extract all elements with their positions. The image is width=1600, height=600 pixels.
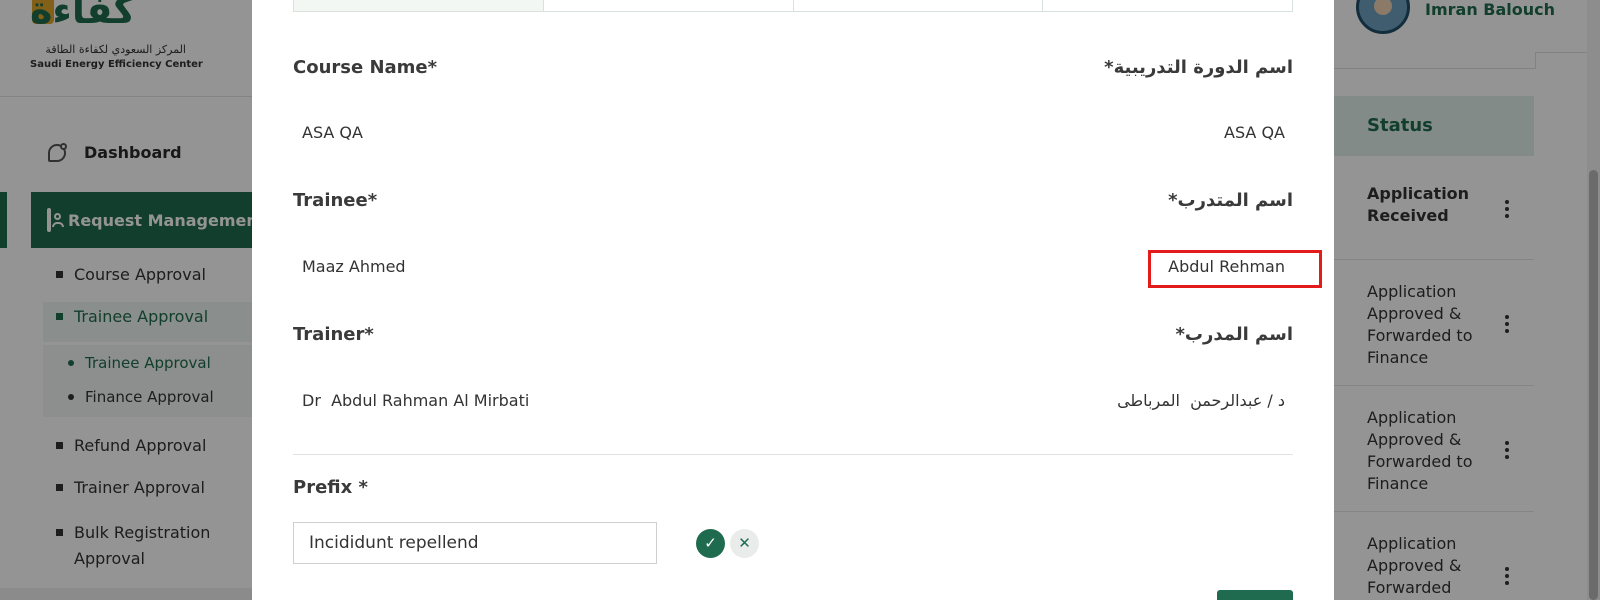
more-options-icon[interactable]	[1505, 200, 1509, 221]
trainer-label-en: Trainer*	[293, 324, 374, 345]
sidebar: كفاءة المركز السعودي لكفاءة الطاقة Saudi…	[0, 0, 265, 600]
sidebar-item-label: Bulk Registration Approval	[74, 523, 211, 568]
sidebar-item-label: Trainee Approval	[74, 307, 209, 326]
sidebar-subitem-trainee-approval[interactable]: Trainee Approval	[68, 354, 211, 372]
status-text: Application Approved & Forwarded	[1367, 534, 1462, 597]
bullet-icon	[56, 442, 63, 449]
sidebar-item-label: Course Approval	[74, 265, 206, 284]
bullet-icon	[56, 271, 63, 278]
header-divider	[0, 96, 252, 97]
bullet-icon	[56, 529, 63, 536]
active-indicator	[0, 192, 7, 248]
status-text: Application Approved & Forwarded to Fina…	[1367, 282, 1473, 367]
confirm-check-icon[interactable]: ✓	[696, 529, 725, 558]
sidebar-item-label: Trainer Approval	[74, 478, 205, 497]
page-scrollbar-thumb[interactable]	[1589, 170, 1598, 600]
trainer-label-ar: اسم المدرب*	[1175, 324, 1293, 345]
submit-button[interactable]	[1217, 590, 1293, 600]
sidebar-item-request-management[interactable]: Request Management	[31, 192, 265, 248]
table-row: Application Approved & Forwarded to Fina…	[1312, 260, 1534, 386]
sidebar-item-label: Dashboard	[84, 143, 182, 162]
section-divider	[293, 454, 1293, 455]
sidebar-item-label: Refund Approval	[74, 436, 207, 455]
trainee-value-en: Maaz Ahmed	[302, 257, 406, 276]
table-row: Application Received	[1312, 156, 1534, 260]
trainer-value-en: Dr Abdul Rahman Al Mirbati	[302, 391, 530, 410]
bullet-icon	[68, 360, 74, 366]
status-column-header: Status	[1312, 96, 1534, 156]
table-row: Application Approved & Forwarded to Fina…	[1312, 386, 1534, 512]
bullet-icon	[56, 313, 63, 320]
more-options-icon[interactable]	[1505, 567, 1509, 588]
card-edge	[1312, 52, 1536, 69]
sidebar-subitem-label: Finance Approval	[85, 388, 214, 406]
trainee-label-ar: اسم المتدرب*	[1168, 190, 1293, 211]
sidebar-item-bulk-registration-approval[interactable]: Bulk Registration Approval	[56, 520, 226, 572]
modal-table-edge	[293, 0, 1293, 12]
course-name-label-en: Course Name*	[293, 57, 438, 78]
status-text: Application Received	[1367, 184, 1470, 225]
user-badge-icon	[47, 208, 64, 232]
course-name-label-ar: اسم الدورة التدريبية*	[1104, 57, 1293, 78]
logo-name-en: Saudi Energy Efficiency Center	[30, 59, 203, 70]
logo-wordmark: كفاءة	[30, 0, 136, 32]
course-name-value-ar: ASA QA	[1224, 123, 1285, 142]
sidebar-item-refund-approval[interactable]: Refund Approval	[56, 436, 206, 455]
sidebar-item-label: Request Management	[68, 210, 266, 230]
trainer-value-ar: د / عبدالرحمن المرباطى	[1117, 391, 1285, 410]
course-name-value-en: ASA QA	[302, 123, 363, 142]
sidebar-item-dashboard[interactable]: Dashboard	[48, 142, 182, 162]
bullet-icon	[56, 484, 63, 491]
status-text: Application Approved & Forwarded to Fina…	[1367, 408, 1473, 493]
sidebar-subitem-finance-approval[interactable]: Finance Approval	[68, 388, 214, 406]
highlight-box	[1148, 250, 1322, 288]
trainee-label-en: Trainee*	[293, 190, 378, 211]
bullet-icon	[68, 394, 74, 400]
sidebar-item-trainee-approval[interactable]: Trainee Approval	[56, 307, 208, 326]
sidebar-footer	[0, 588, 252, 600]
cancel-close-icon[interactable]: ✕	[730, 529, 759, 558]
more-options-icon[interactable]	[1505, 315, 1509, 336]
more-options-icon[interactable]	[1505, 441, 1509, 462]
prefix-label: Prefix *	[293, 477, 368, 498]
user-name[interactable]: Imran Balouch	[1425, 0, 1555, 19]
sidebar-subitem-label: Trainee Approval	[85, 354, 211, 372]
table-row: Application Approved & Forwarded	[1312, 512, 1534, 600]
logo-name-ar: المركز السعودي لكفاءة الطاقة	[45, 43, 186, 56]
status-header-label: Status	[1367, 115, 1433, 136]
prefix-input[interactable]	[293, 522, 657, 564]
dashboard-icon	[48, 142, 67, 162]
trainee-details-modal: Course Name* اسم الدورة التدريبية* ASA Q…	[252, 0, 1334, 600]
sidebar-item-trainer-approval[interactable]: Trainer Approval	[56, 478, 205, 497]
sidebar-item-course-approval[interactable]: Course Approval	[56, 265, 206, 284]
